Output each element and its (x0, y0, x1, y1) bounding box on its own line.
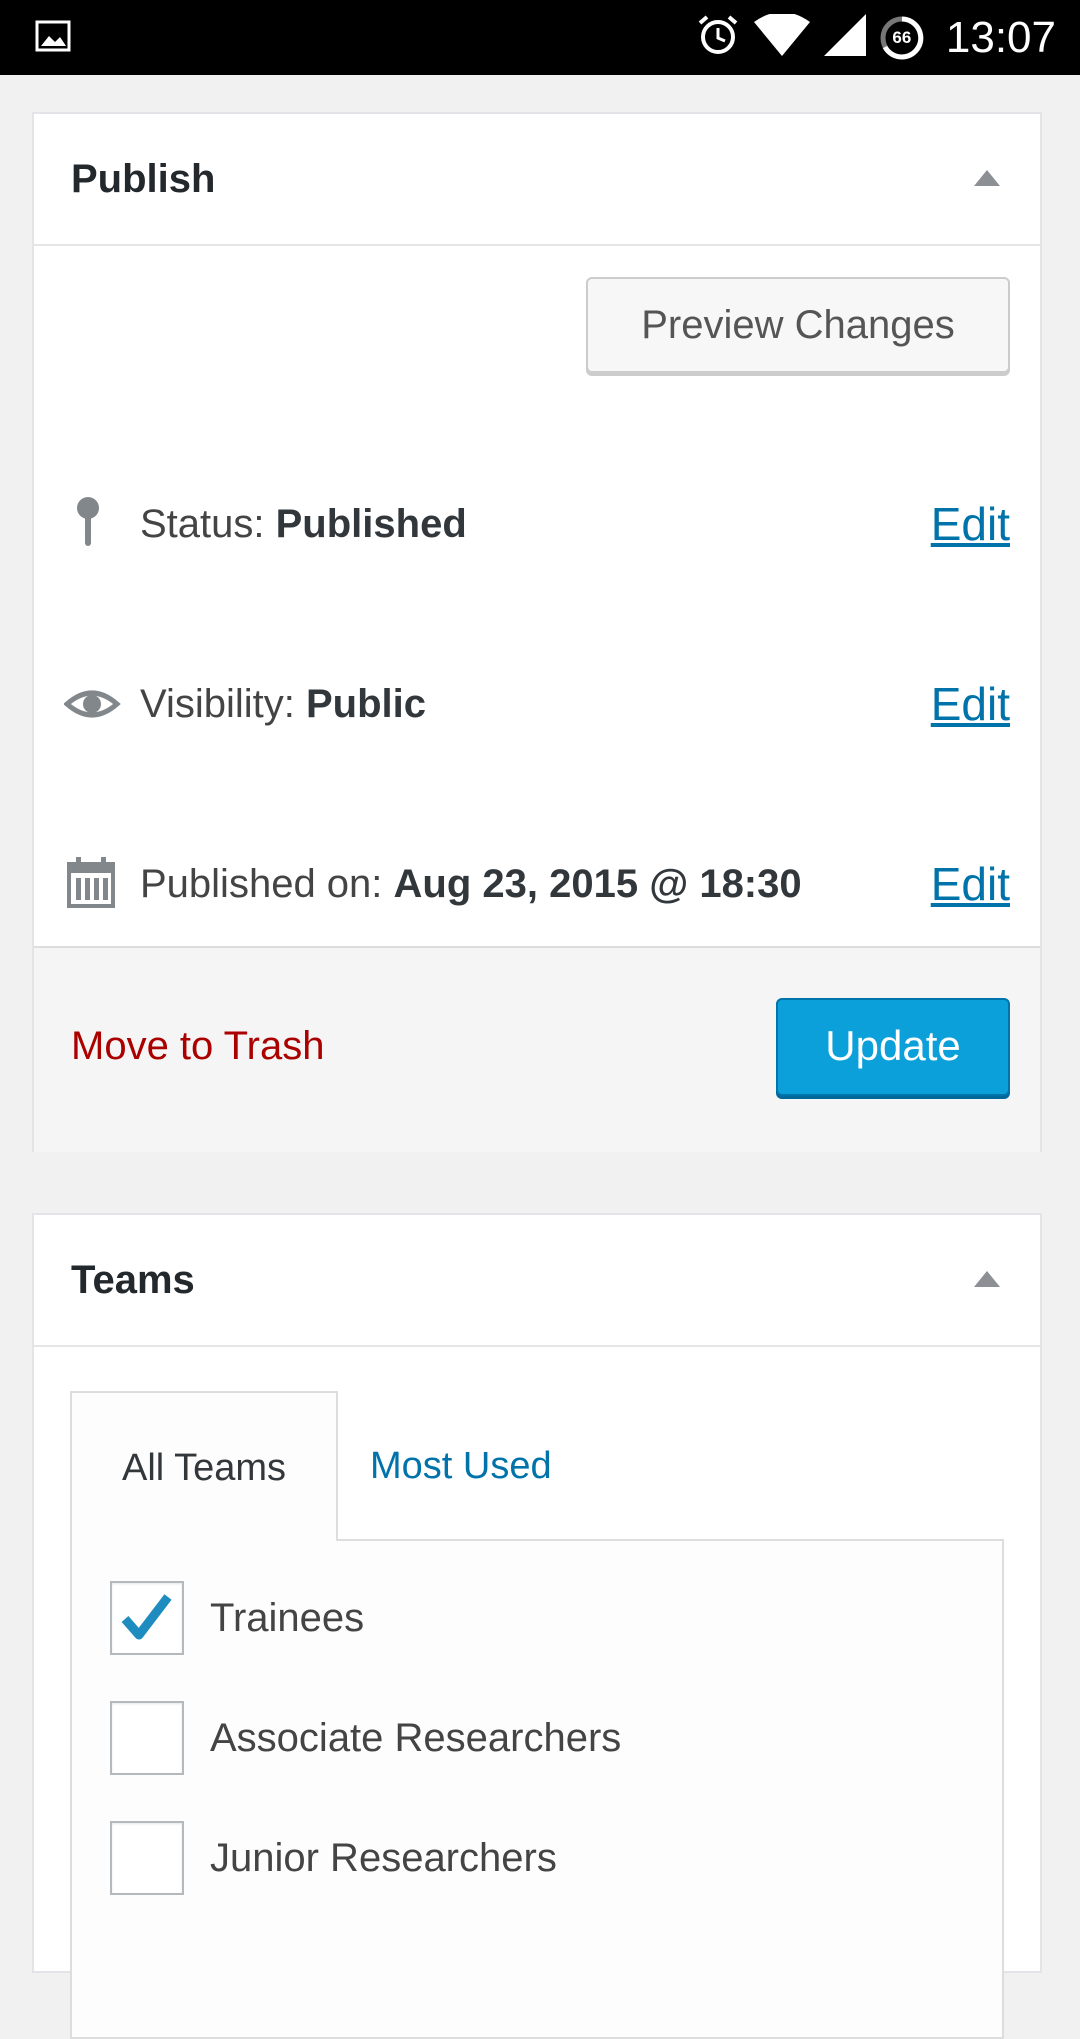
clock: 13:07 (945, 12, 1056, 62)
published-on-value: Aug 23, 2015 @ 18:30 (393, 862, 802, 906)
teams-tabs: All Teams Most Used Trainees Associate R… (70, 1391, 1004, 2039)
update-button[interactable]: Update (776, 998, 1010, 1096)
checkmark-icon (121, 1594, 172, 1640)
edit-status-link[interactable]: Edit (931, 494, 1010, 554)
published-on-row: Published on: Aug 23, 2015 @ 18:30 Edit (34, 854, 1040, 914)
status-value: Published (275, 502, 467, 546)
signal-icon (823, 14, 866, 61)
preview-changes-button[interactable]: Preview Changes (586, 277, 1010, 373)
team-label: Trainees (210, 1596, 365, 1640)
wifi-icon (753, 12, 810, 61)
alarm-icon (696, 13, 740, 62)
major-publishing-actions: Move to Trash Update (34, 946, 1040, 1152)
teams-checklist: Trainees Associate Researchers Junior Re… (70, 1539, 1004, 2039)
published-on-label: Published on: (140, 862, 394, 906)
calendar-icon (66, 854, 126, 919)
tab-all-teams[interactable]: All Teams (70, 1391, 338, 1541)
collapse-arrow-icon[interactable] (974, 170, 1000, 186)
eye-icon (63, 674, 124, 739)
trainees-checkbox[interactable] (110, 1581, 184, 1655)
visibility-label: Visibility: (140, 682, 306, 726)
status-row: Status: Published Edit (34, 494, 1040, 554)
move-to-trash-link[interactable]: Move to Trash (71, 1016, 324, 1076)
pin-icon (64, 494, 124, 559)
teams-panel-header[interactable]: Teams (34, 1215, 1040, 1347)
teams-title: Teams (71, 1258, 195, 1302)
publish-title: Publish (71, 157, 216, 201)
status-label: Status: (140, 502, 276, 546)
tab-most-used[interactable]: Most Used (370, 1391, 552, 1537)
junior-researchers-checkbox[interactable] (110, 1821, 184, 1895)
status-bar: 66 13:07 (0, 0, 1080, 75)
image-notification-icon (35, 18, 71, 59)
edit-date-link[interactable]: Edit (931, 854, 1010, 914)
associate-researchers-checkbox[interactable] (110, 1701, 184, 1775)
battery-level: 66 (892, 27, 912, 47)
collapse-arrow-icon[interactable] (974, 1271, 1000, 1287)
visibility-row: Visibility: Public Edit (34, 674, 1040, 734)
edit-visibility-link[interactable]: Edit (931, 674, 1010, 734)
team-label: Junior Researchers (210, 1836, 557, 1880)
visibility-value: Public (305, 682, 427, 726)
team-label: Associate Researchers (210, 1716, 622, 1760)
publish-panel: Publish Preview Changes Status: Publishe… (32, 112, 1042, 1152)
battery-icon: 66 (880, 16, 924, 60)
teams-panel: Teams All Teams Most Used Trainees Assoc… (32, 1213, 1042, 2039)
publish-panel-header[interactable]: Publish (34, 114, 1040, 246)
